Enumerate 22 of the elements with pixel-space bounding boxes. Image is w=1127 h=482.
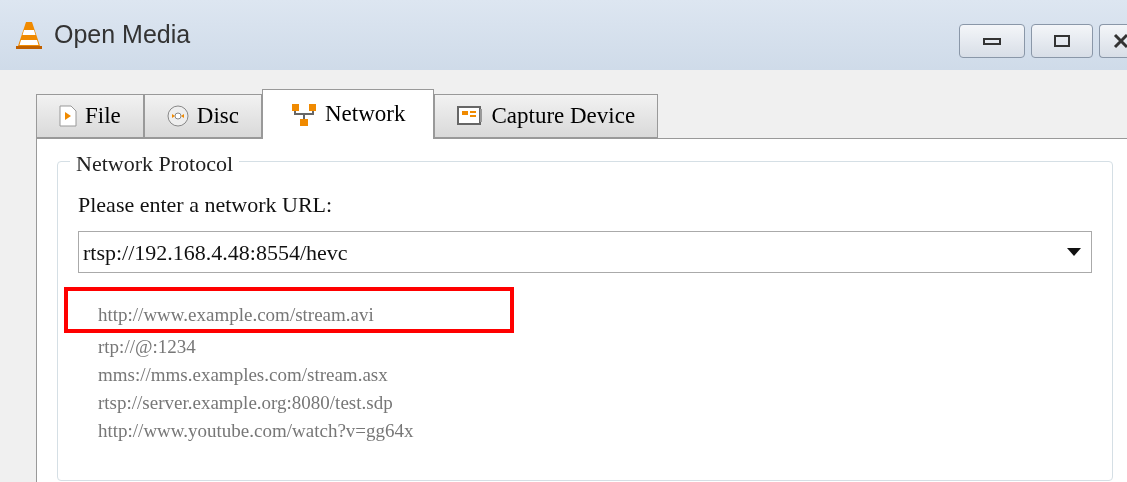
minimize-button[interactable]	[959, 24, 1025, 58]
window-title: Open Media	[54, 19, 191, 51]
url-prompt: Please enter a network URL:	[78, 191, 334, 219]
example-url: http://www.example.com/stream.avi	[98, 304, 374, 325]
example-url: mms://mms.examples.com/stream.asx	[98, 364, 388, 385]
tab[interactable]: Disc	[143, 94, 262, 138]
capture-card-icon	[457, 105, 484, 127]
url-combobox[interactable]: rtsp://192.168.4.48:8554/hevc	[78, 231, 1092, 273]
example-url: http://www.youtube.com/watch?v=gg64x	[98, 420, 414, 441]
tab[interactable]: Network	[261, 89, 435, 139]
tab[interactable]: Capture Device	[434, 94, 659, 138]
maximize-button[interactable]	[1031, 24, 1093, 58]
close-button[interactable]	[1099, 24, 1127, 58]
example-url: rtsp://server.example.org:8080/test.sdp	[98, 392, 393, 413]
traffic-cone-icon	[16, 20, 42, 50]
dropdown-caret-icon	[1067, 248, 1081, 256]
tab[interactable]: File	[36, 94, 144, 138]
example-url: rtp://@:1234	[98, 336, 196, 357]
file-icon	[59, 105, 77, 127]
network-icon	[290, 102, 317, 127]
disc-icon	[166, 105, 189, 127]
close-icon	[1113, 33, 1127, 49]
